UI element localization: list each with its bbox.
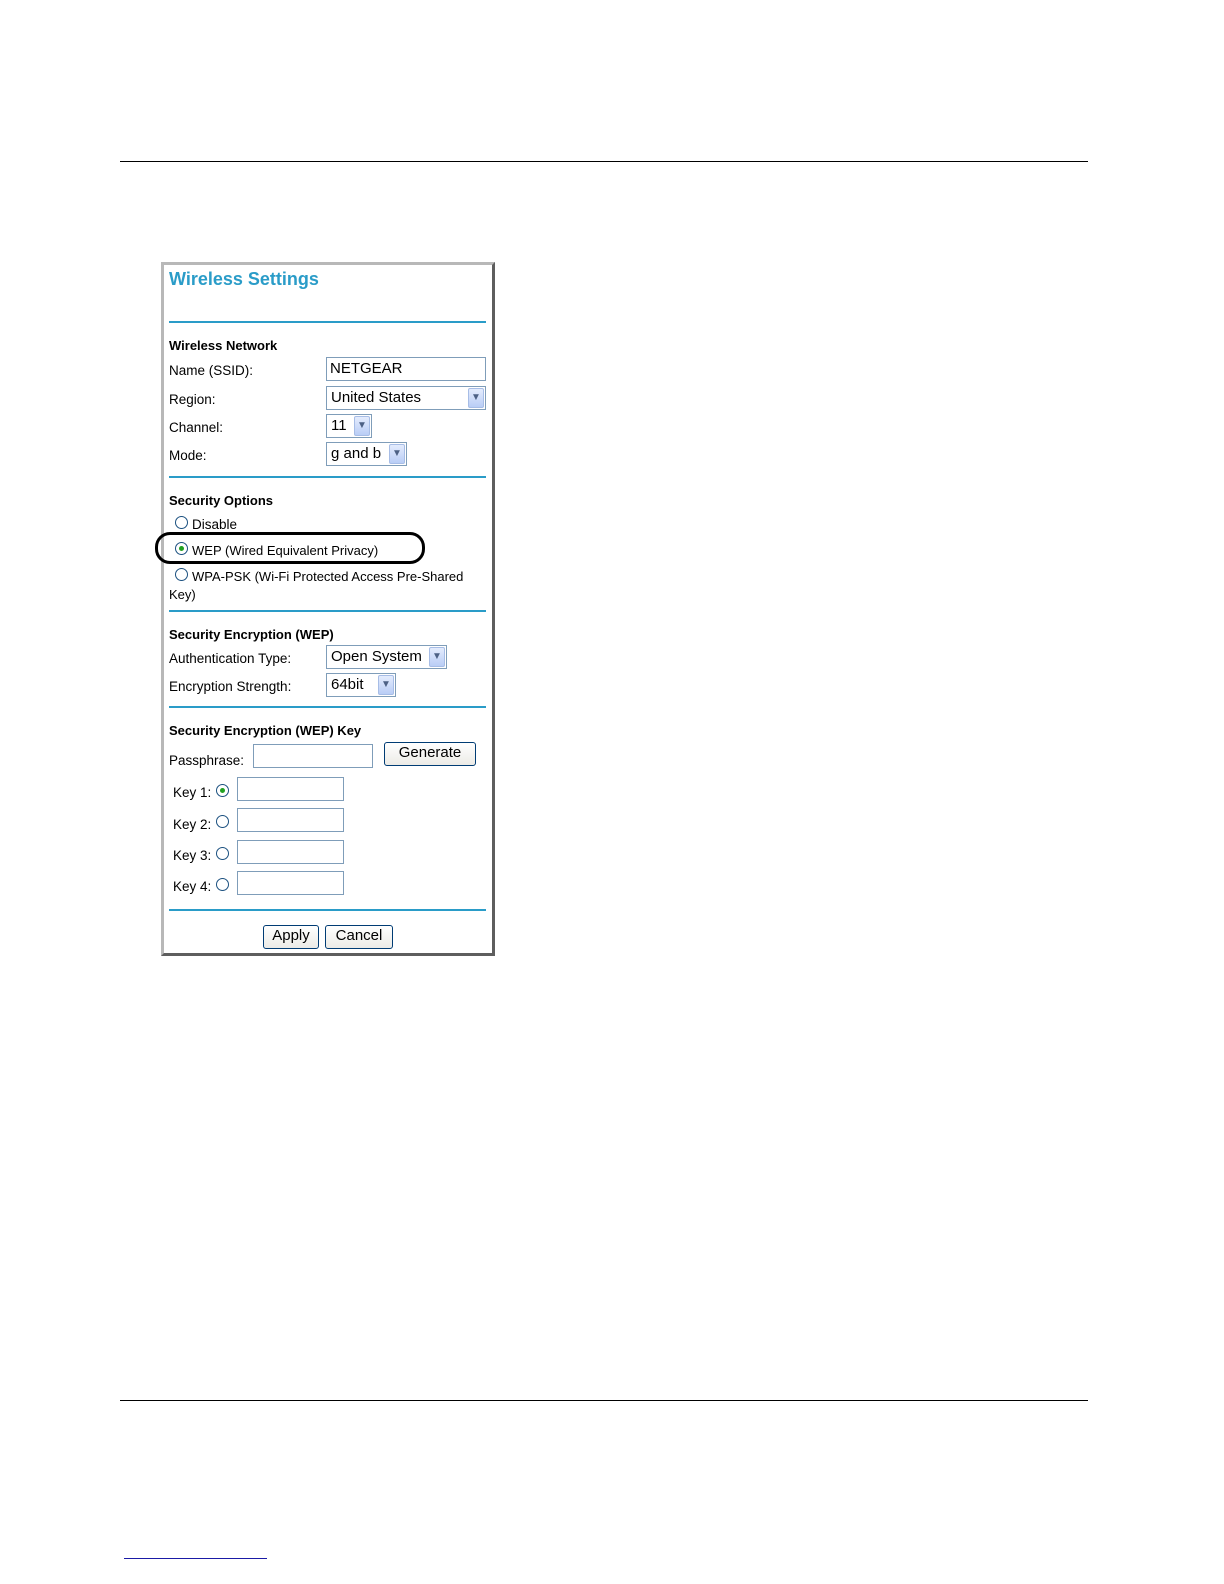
wpa-psk-label-continued: Key) — [169, 587, 196, 602]
generate-button[interactable]: Generate — [384, 742, 476, 766]
wep-highlight-callout — [155, 532, 425, 564]
footer-link-underline — [124, 1558, 267, 1559]
header-rule — [120, 161, 1088, 162]
key2-input[interactable] — [237, 808, 344, 832]
channel-label: Channel: — [169, 420, 224, 435]
region-select[interactable]: United States ▼ — [326, 386, 486, 410]
key2-label: Key 2: — [173, 817, 212, 832]
chevron-down-icon[interactable]: ▼ — [389, 444, 405, 464]
section-divider — [169, 321, 486, 323]
auth-type-label: Authentication Type: — [169, 651, 292, 666]
disable-radio[interactable] — [175, 516, 188, 529]
region-value: United States — [331, 389, 422, 406]
mode-label: Mode: — [169, 448, 207, 463]
section-divider — [169, 706, 486, 708]
encryption-strength-label: Encryption Strength: — [169, 679, 292, 694]
chevron-down-icon[interactable]: ▼ — [354, 416, 370, 436]
disable-label: Disable — [192, 517, 238, 532]
security-options-heading: Security Options — [169, 493, 274, 508]
key3-label: Key 3: — [173, 848, 212, 863]
auth-type-value: Open System — [331, 648, 422, 665]
channel-value: 11 — [331, 417, 347, 434]
wpa-psk-radio[interactable] — [175, 568, 188, 581]
chevron-down-icon[interactable]: ▼ — [378, 675, 394, 695]
channel-select[interactable]: 11 ▼ — [326, 414, 372, 438]
key3-input[interactable] — [237, 840, 344, 864]
wep-key-heading: Security Encryption (WEP) Key — [169, 723, 362, 738]
key1-label: Key 1: — [173, 785, 212, 800]
key1-radio[interactable] — [216, 784, 229, 797]
section-divider — [169, 610, 486, 612]
encryption-strength-value: 64bit — [331, 676, 364, 693]
key1-input[interactable] — [237, 777, 344, 801]
mode-value: g and b — [331, 445, 382, 462]
key4-input[interactable] — [237, 871, 344, 895]
encryption-strength-select[interactable]: 64bit ▼ — [326, 673, 396, 697]
page-title: Wireless Settings — [169, 269, 319, 289]
mode-select[interactable]: g and b ▼ — [326, 442, 407, 466]
apply-button[interactable]: Apply — [263, 925, 319, 949]
ssid-label: Name (SSID): — [169, 363, 254, 378]
region-label: Region: — [169, 392, 216, 407]
ssid-input[interactable]: NETGEAR — [326, 357, 486, 381]
key4-label: Key 4: — [173, 879, 212, 894]
chevron-down-icon[interactable]: ▼ — [468, 388, 484, 408]
wireless-settings-panel: Wireless Settings Wireless Network Name … — [161, 262, 495, 956]
key3-radio[interactable] — [216, 847, 229, 860]
chevron-down-icon[interactable]: ▼ — [429, 647, 445, 667]
passphrase-input[interactable] — [253, 744, 373, 768]
wep-encryption-heading: Security Encryption (WEP) — [169, 627, 334, 642]
section-divider — [169, 909, 486, 911]
passphrase-label: Passphrase: — [169, 753, 245, 768]
key2-radio[interactable] — [216, 815, 229, 828]
cancel-button[interactable]: Cancel — [325, 925, 393, 949]
auth-type-select[interactable]: Open System ▼ — [326, 645, 447, 669]
wireless-network-heading: Wireless Network — [169, 338, 278, 353]
section-divider — [169, 476, 486, 478]
footer-rule — [120, 1400, 1088, 1401]
wpa-psk-label: WPA-PSK (Wi-Fi Protected Access Pre-Shar… — [192, 569, 464, 584]
key4-radio[interactable] — [216, 878, 229, 891]
